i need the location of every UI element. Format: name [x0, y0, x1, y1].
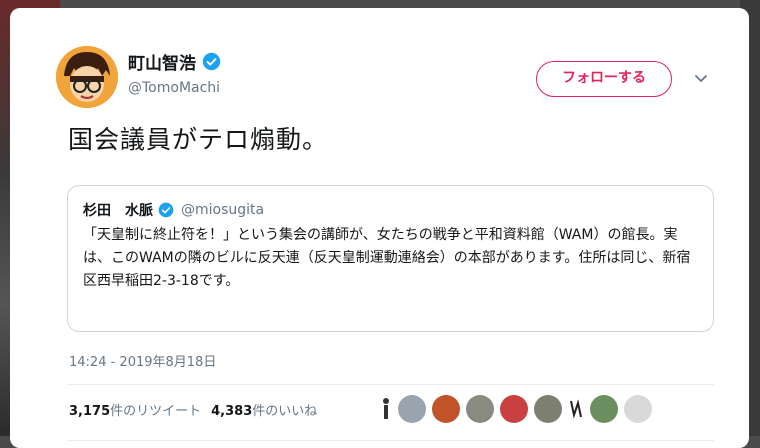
chevron-down-icon[interactable]	[693, 70, 709, 86]
author-display-name[interactable]: 町山智浩	[128, 49, 196, 74]
tweet-text: 国会議員がテロ煽動。	[68, 125, 329, 154]
retweet-stat[interactable]: 3,175件のリツイート	[69, 400, 201, 419]
liker-avatar[interactable]	[590, 395, 618, 423]
quoted-handle[interactable]: @miosugita	[181, 202, 264, 218]
quoted-body: 「天皇制に終止符を！」という集会の講師が、女たちの戦争と平和資料館（WAM）の館…	[83, 227, 691, 289]
liker-avatar[interactable]	[624, 395, 652, 423]
verified-badge-icon	[202, 52, 221, 71]
divider	[67, 440, 714, 441]
like-label: 件のいいね	[252, 404, 318, 419]
liker-avatar[interactable]	[534, 395, 562, 423]
author-name-row[interactable]: 町山智浩	[128, 49, 221, 74]
retweet-label: 件のリツイート	[110, 404, 202, 419]
quoted-tweet[interactable]: 杉田 水脈 @miosugita 「天皇制に終止符を！」という集会の講師が、女た…	[67, 185, 714, 332]
liker-avatar[interactable]	[568, 395, 584, 423]
liker-avatar[interactable]	[432, 395, 460, 423]
verified-badge-icon	[158, 202, 174, 218]
divider	[67, 384, 714, 385]
retweet-count: 3,175	[69, 404, 111, 419]
timestamp[interactable]: 14:24 - 2019年8月18日	[69, 351, 216, 370]
author-handle[interactable]: @TomoMachi	[128, 80, 220, 96]
like-stat[interactable]: 4,383件のいいね	[211, 400, 317, 419]
follow-button[interactable]: フォローする	[536, 61, 672, 97]
tweet-card: 町山智浩 @TomoMachi フォローする 国会議員がテロ煽動。 杉田 水脈 …	[10, 8, 749, 448]
engagement-stats: 3,175件のリツイート 4,383件のいいね	[69, 400, 317, 419]
liker-avatars	[380, 395, 652, 423]
liker-avatar[interactable]	[466, 395, 494, 423]
like-count: 4,383	[211, 404, 253, 419]
avatar[interactable]	[56, 46, 118, 108]
liker-avatar[interactable]	[500, 395, 528, 423]
quoted-display-name[interactable]: 杉田 水脈	[83, 200, 153, 220]
quoted-author-row[interactable]: 杉田 水脈 @miosugita	[83, 200, 264, 220]
liker-avatar[interactable]	[398, 395, 426, 423]
liker-avatar[interactable]	[380, 395, 392, 423]
